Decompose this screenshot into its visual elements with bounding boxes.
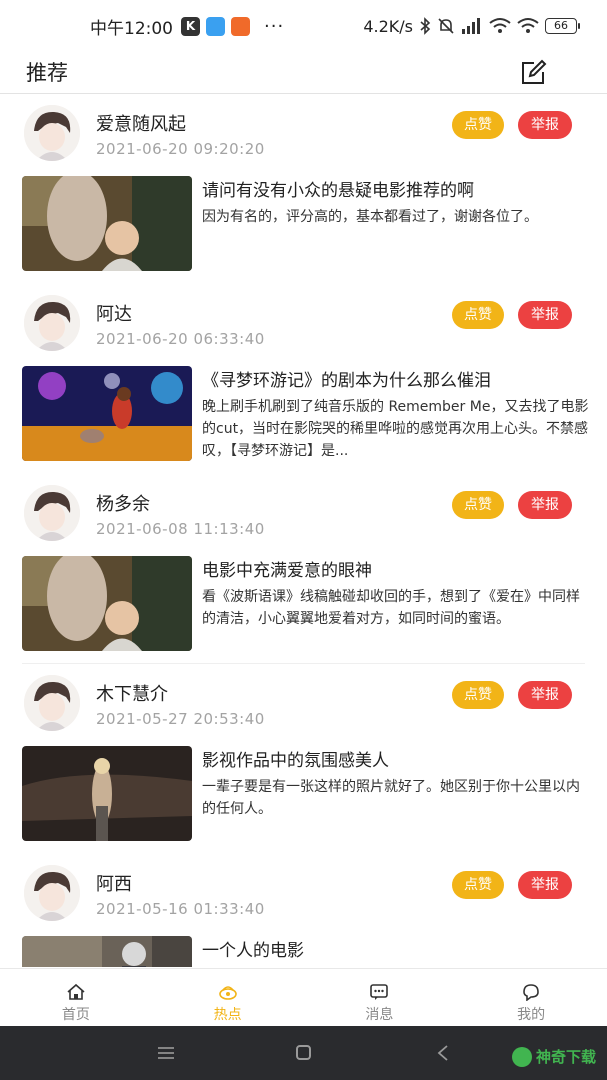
- post-card[interactable]: 爱意随风起 2021-06-20 09:20:20 点赞 举报 请问有没有小众的…: [0, 100, 607, 290]
- avatar[interactable]: [24, 105, 80, 161]
- post-thumbnail[interactable]: [22, 746, 192, 841]
- tab-label: 消息: [365, 1007, 394, 1023]
- bluetooth-icon: [420, 17, 431, 35]
- status-bar: 中午12:00 K ··· 4.2K/s 66: [0, 0, 607, 52]
- post-thumbnail[interactable]: [22, 176, 192, 271]
- edit-icon[interactable]: [518, 58, 548, 88]
- battery-icon: 66: [545, 18, 580, 34]
- report-button[interactable]: 举报: [518, 871, 572, 899]
- avatar[interactable]: [24, 295, 80, 351]
- status-right: 4.2K/s 66: [363, 16, 580, 36]
- hot-icon: [218, 986, 237, 1000]
- post-excerpt: 一辈子要是有一张这样的照片就好了。她区别于你十公里以内的任何人。: [202, 779, 580, 817]
- wifi-icon: [517, 18, 539, 33]
- back-icon[interactable]: [436, 1045, 450, 1061]
- post-card[interactable]: 木下慧介 2021-05-27 20:53:40 点赞 举报 影视作品中的氛围感…: [0, 670, 607, 860]
- signal-icon: [462, 18, 480, 34]
- username[interactable]: 杨多余: [96, 490, 150, 516]
- status-left: 中午12:00 K ···: [90, 14, 284, 39]
- post-excerpt: 看《波斯语课》线稿触碰却收回的手，想到了《爱在》中同样的清洁，小心翼翼地爱着对方…: [202, 589, 580, 627]
- mute-icon: [438, 18, 454, 34]
- post-thumbnail[interactable]: [22, 366, 192, 461]
- post-header: 木下慧介 2021-05-27 20:53:40 点赞 举报: [0, 670, 607, 740]
- watermark-logo-icon: [512, 1046, 532, 1067]
- post-header: 阿西 2021-05-16 01:33:40 点赞 举报: [0, 860, 607, 930]
- report-button[interactable]: 举报: [518, 681, 572, 709]
- post-title[interactable]: 电影中充满爱意的眼神: [202, 556, 587, 581]
- post-time: 2021-06-20 06:33:40: [96, 330, 265, 348]
- username[interactable]: 阿西: [96, 870, 132, 896]
- post-title[interactable]: 《寻梦环游记》的剧本为什么那么催泪: [202, 366, 587, 391]
- post-excerpt: [202, 966, 590, 967]
- post-card[interactable]: 阿西 2021-05-16 01:33:40 点赞 举报 一个人的电影: [0, 860, 607, 967]
- message-icon: [370, 984, 389, 1000]
- report-button[interactable]: 举报: [518, 111, 572, 139]
- k-app-icon: K: [181, 16, 200, 36]
- post-title[interactable]: 影视作品中的氛围感美人: [202, 746, 587, 771]
- tab-label: 热点: [213, 1007, 242, 1023]
- post-excerpt: 因为有名的，评分高的，基本都看过了，谢谢各位了。: [202, 209, 538, 225]
- post-header: 爱意随风起 2021-06-20 09:20:20 点赞 举报: [0, 100, 607, 170]
- post-thumbnail[interactable]: [22, 936, 192, 967]
- post-card[interactable]: 杨多余 2021-06-08 11:13:40 点赞 举报 电影中充满爱意的眼神…: [0, 480, 607, 670]
- tab-home[interactable]: 首页: [0, 969, 152, 1026]
- tab-label: 我的: [517, 1007, 546, 1023]
- post-time: 2021-06-20 09:20:20: [96, 140, 265, 158]
- avatar[interactable]: [24, 865, 80, 921]
- watermark-text: 神奇下载: [536, 1048, 597, 1066]
- post-time: 2021-05-27 20:53:40: [96, 710, 265, 728]
- username[interactable]: 爱意随风起: [96, 110, 186, 136]
- username[interactable]: 木下慧介: [96, 680, 168, 706]
- like-button[interactable]: 点赞: [452, 871, 504, 899]
- watermark: 神奇下载: [512, 1046, 596, 1067]
- tab-hot[interactable]: 热点: [152, 969, 304, 1026]
- post-title[interactable]: 请问有没有小众的悬疑电影推荐的啊: [202, 176, 587, 201]
- blue-app-icon: [206, 16, 225, 36]
- home-button-icon[interactable]: [296, 1045, 311, 1060]
- post-header: 阿达 2021-06-20 06:33:40 点赞 举报: [0, 290, 607, 360]
- post-time: 2021-05-16 01:33:40: [96, 900, 265, 918]
- net-speed: 4.2K/s: [363, 16, 413, 36]
- app-header: 推荐: [0, 52, 607, 94]
- report-button[interactable]: 举报: [518, 491, 572, 519]
- orange-app-icon: [231, 16, 250, 36]
- post-header: 杨多余 2021-06-08 11:13:40 点赞 举报: [0, 480, 607, 550]
- bottom-nav: 首页 热点 消息 我的: [0, 968, 607, 1026]
- avatar[interactable]: [24, 675, 80, 731]
- tab-messages[interactable]: 消息: [304, 969, 456, 1026]
- post-card[interactable]: 阿达 2021-06-20 06:33:40 点赞 举报 《寻梦环游记》的剧本为…: [0, 290, 607, 480]
- profile-icon: [523, 984, 539, 1001]
- menu-icon[interactable]: [158, 1046, 174, 1060]
- divider: [22, 663, 585, 664]
- report-button[interactable]: 举报: [518, 301, 572, 329]
- tab-label: 首页: [61, 1007, 90, 1023]
- like-button[interactable]: 点赞: [452, 301, 504, 329]
- like-button[interactable]: 点赞: [452, 681, 504, 709]
- post-excerpt: 晚上刷手机刷到了纯音乐版的 Remember Me，又去找了电影的cut，当时在…: [202, 399, 589, 459]
- more-notifications-icon: ···: [264, 15, 285, 37]
- like-button[interactable]: 点赞: [452, 491, 504, 519]
- home-icon: [67, 983, 85, 1000]
- tab-profile[interactable]: 我的: [455, 969, 607, 1026]
- post-thumbnail[interactable]: [22, 556, 192, 651]
- post-title[interactable]: 一个人的电影: [202, 936, 587, 961]
- status-time: 中午12:00: [90, 18, 173, 39]
- wifi-icon: [489, 18, 511, 33]
- post-feed[interactable]: 爱意随风起 2021-06-20 09:20:20 点赞 举报 请问有没有小众的…: [0, 95, 607, 967]
- avatar[interactable]: [24, 485, 80, 541]
- username[interactable]: 阿达: [96, 300, 132, 326]
- post-time: 2021-06-08 11:13:40: [96, 520, 265, 538]
- like-button[interactable]: 点赞: [452, 111, 504, 139]
- page-title: 推荐: [26, 61, 68, 85]
